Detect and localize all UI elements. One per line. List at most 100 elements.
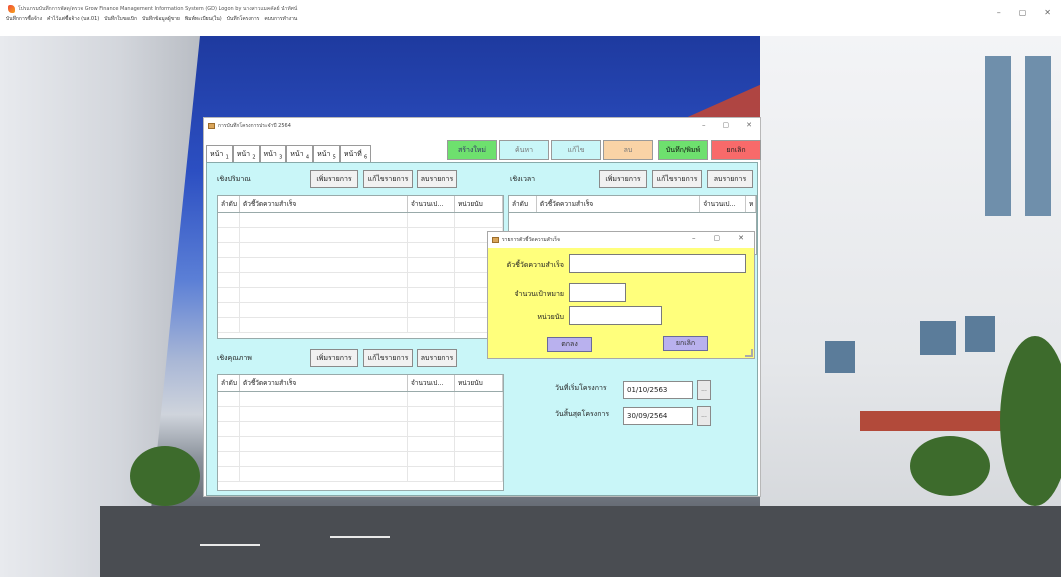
time-delete-button[interactable]: ลบรายการ — [707, 170, 753, 188]
app-logo-icon — [8, 5, 15, 13]
column-header-order[interactable]: ลำดับ — [218, 375, 240, 391]
table-row — [218, 392, 503, 407]
quantity-grid-header: ลำดับ ตัวชี้วัดความสำเร็จ จำนวนเป... หน่… — [218, 196, 503, 213]
indicator-label: ตัวชี้วัดความสำเร็จ — [506, 261, 564, 269]
road-line — [330, 536, 390, 538]
dialog-cancel-button[interactable]: ยกเลิก — [663, 336, 708, 351]
start-date-label: วันที่เริ่มโครงการ — [555, 384, 607, 392]
table-row — [218, 407, 503, 422]
column-header-order[interactable]: ลำดับ — [509, 196, 537, 212]
menu-item-withdraw[interactable]: บันทึกใบขอเบิก — [104, 15, 137, 23]
dialog-app-icon — [492, 237, 499, 243]
app-close-button[interactable]: ✕ — [1044, 8, 1051, 17]
dialog-close-button[interactable]: ✕ — [738, 234, 744, 242]
background-building-right — [760, 36, 1061, 577]
app-window-controls: – ▢ ✕ — [997, 8, 1051, 17]
menu-item-print-register[interactable]: พิมพ์ทะเบียน(ใน) — [185, 15, 222, 23]
time-edit-button[interactable]: แก้ไขรายการ — [652, 170, 702, 188]
form-titlebar: การบันทึกโครงการประจำปี 2564 – ▢ ✕ — [204, 118, 760, 134]
app-menu-bar: บันทึกการซื้อจ้าง คำไว้แต่ซื้อจ้าง (บส.0… — [6, 15, 297, 23]
dialog-maximize-button[interactable]: ▢ — [714, 234, 721, 242]
form-maximize-button[interactable]: ▢ — [723, 121, 730, 129]
dialog-title: รายการตัวชี้วัดความสำเร็จ — [492, 236, 560, 244]
search-button[interactable]: ค้นหา — [499, 140, 549, 160]
tab-page-1[interactable]: หน้า 1 — [206, 145, 233, 162]
quantity-edit-button[interactable]: แก้ไขรายการ — [363, 170, 413, 188]
table-row — [218, 452, 503, 467]
column-header-indicator[interactable]: ตัวชี้วัดความสำเร็จ — [240, 375, 408, 391]
quality-delete-button[interactable]: ลบรายการ — [417, 349, 457, 367]
cancel-button[interactable]: ยกเลิก — [711, 140, 761, 160]
form-window-controls: – ▢ ✕ — [702, 121, 752, 129]
form-close-button[interactable]: ✕ — [746, 121, 752, 129]
column-header-indicator[interactable]: ตัวชี้วัดความสำเร็จ — [537, 196, 701, 212]
new-button[interactable]: สร้างใหม่ — [447, 140, 497, 160]
background-road — [100, 506, 1061, 577]
start-date-picker-button[interactable]: ... — [697, 380, 711, 400]
column-header-indicator[interactable]: ตัวชี้วัดความสำเร็จ — [240, 196, 408, 212]
table-row — [218, 228, 503, 243]
column-header-target[interactable]: จำนวนเป... — [408, 375, 455, 391]
table-row — [218, 243, 503, 258]
tab-page-2[interactable]: หน้า 2 — [232, 145, 260, 162]
menu-item-vendor[interactable]: บันทึกข้อมูลผู้ขาย — [142, 15, 180, 23]
app-maximize-button[interactable]: ▢ — [1019, 8, 1027, 17]
end-date-picker-button[interactable]: ... — [697, 406, 711, 426]
table-row — [218, 467, 503, 482]
dialog-ok-button[interactable]: ตกลง — [547, 337, 592, 352]
column-header-unit[interactable]: หน่วยนับ — [455, 375, 503, 391]
form-title-text: การบันทึกโครงการประจำปี 2564 — [218, 123, 291, 129]
unit-label: หน่วยนับ — [537, 313, 564, 321]
column-header-target[interactable]: จำนวนเป... — [408, 196, 455, 212]
menu-item-purchase[interactable]: บันทึกการซื้อจ้าง — [6, 15, 42, 23]
dialog-minimize-button[interactable]: – — [692, 234, 696, 242]
table-row — [218, 437, 503, 452]
table-row — [218, 422, 503, 437]
target-field[interactable] — [569, 283, 626, 302]
form-minimize-button[interactable]: – — [702, 121, 706, 129]
resize-grip-icon[interactable] — [745, 349, 753, 357]
table-row — [218, 273, 503, 288]
indicator-dialog: รายการตัวชี้วัดความสำเร็จ – ▢ ✕ ตัวชี้วั… — [487, 231, 755, 359]
save-print-button[interactable]: บันทึก/พิมพ์ — [658, 140, 708, 160]
start-date-field[interactable]: 01/10/2563 — [623, 381, 693, 399]
app-minimize-button[interactable]: – — [997, 8, 1001, 17]
quantity-delete-button[interactable]: ลบรายการ — [417, 170, 457, 188]
tab-page-6[interactable]: หน้าที่ 6 — [339, 145, 372, 162]
quantity-grid[interactable]: ลำดับ ตัวชี้วัดความสำเร็จ จำนวนเป... หน่… — [217, 195, 504, 339]
tab-page-5[interactable]: หน้า 5 — [313, 145, 340, 162]
background-tree — [130, 446, 200, 506]
dialog-body: ตัวชี้วัดความสำเร็จ จำนวนเป้าหมาย หน่วยน… — [488, 248, 754, 358]
form-app-icon — [208, 123, 215, 129]
quality-add-button[interactable]: เพิ่มรายการ — [310, 349, 358, 367]
edit-button[interactable]: แก้ไข — [551, 140, 601, 160]
quality-edit-button[interactable]: แก้ไขรายการ — [363, 349, 413, 367]
menu-item-project[interactable]: บันทึกโครงการ — [227, 15, 260, 23]
menu-item-purchase-request[interactable]: คำไว้แต่ซื้อจ้าง (บส.01) — [47, 15, 99, 23]
quantity-add-button[interactable]: เพิ่มรายการ — [310, 170, 358, 188]
app-title: โปรแกรมบันทึกการพัสดุ/ตรวจ Grow Finance … — [8, 5, 297, 13]
time-grid-header: ลำดับ ตัวชี้วัดความสำเร็จ จำนวนเป... ห — [509, 196, 756, 213]
end-date-label: วันสิ้นสุดโครงการ — [555, 410, 610, 418]
time-add-button[interactable]: เพิ่มรายการ — [599, 170, 647, 188]
menu-item-workflow[interactable]: คบบการทำงาน — [264, 15, 297, 23]
indicator-field[interactable] — [569, 254, 746, 273]
column-header-unit[interactable]: ห — [746, 196, 756, 212]
time-section-label: เชิงเวลา — [510, 175, 536, 183]
unit-field[interactable] — [569, 306, 662, 325]
table-row — [218, 258, 503, 273]
tab-page-3[interactable]: หน้า 3 — [259, 145, 287, 162]
dialog-title-text: รายการตัวชี้วัดความสำเร็จ — [502, 237, 560, 243]
table-row — [218, 213, 503, 228]
table-row — [218, 318, 503, 333]
tab-page-4[interactable]: หน้า 4 — [286, 145, 314, 162]
dialog-window-controls: – ▢ ✕ — [692, 234, 744, 242]
column-header-order[interactable]: ลำดับ — [218, 196, 240, 212]
column-header-target[interactable]: จำนวนเป... — [700, 196, 747, 212]
delete-button[interactable]: ลบ — [603, 140, 653, 160]
column-header-unit[interactable]: หน่วยนับ — [455, 196, 503, 212]
table-row — [218, 303, 503, 318]
quality-grid[interactable]: ลำดับ ตัวชี้วัดความสำเร็จ จำนวนเป... หน่… — [217, 374, 504, 491]
end-date-field[interactable]: 30/09/2564 — [623, 407, 693, 425]
table-row — [218, 288, 503, 303]
